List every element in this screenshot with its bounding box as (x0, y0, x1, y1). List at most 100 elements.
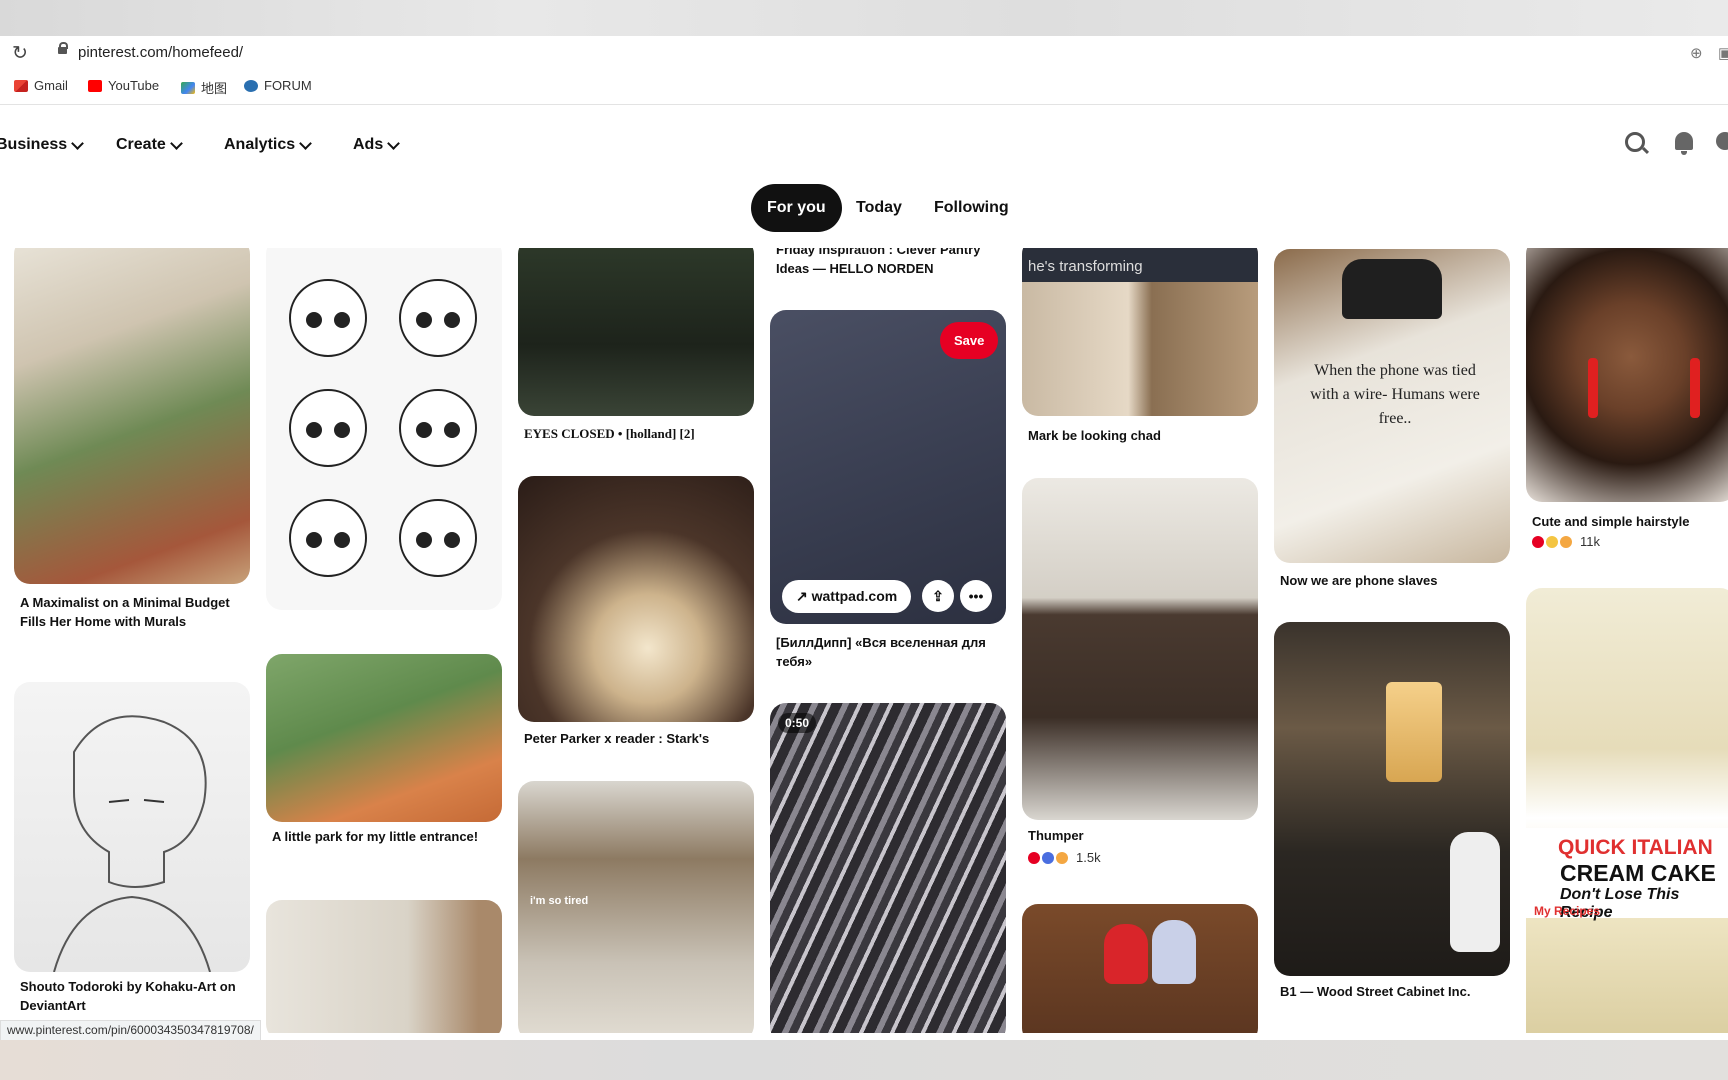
pin-image-anime-sketch[interactable] (14, 682, 250, 972)
haha-icon (1042, 851, 1054, 864)
smile-icon (1546, 535, 1558, 548)
nav-label: Create (116, 136, 166, 153)
nav-label: Analytics (224, 136, 296, 153)
wow-icon (1560, 535, 1572, 548)
arrow-up-right-icon: ↗ (796, 588, 812, 604)
top-nav: Business Create Analytics Ads (0, 104, 1728, 184)
phone-sign-text: When the phone was tied with a wire- Hum… (1310, 362, 1480, 427)
bookmark-maps[interactable]: 地图 (181, 78, 227, 97)
bookmark-label: YouTube (108, 78, 160, 93)
vanity-mirror (1386, 682, 1442, 782)
red-earring-left (1588, 358, 1598, 418)
notifications-icon[interactable] (1675, 132, 1693, 155)
red-crewmate-icon (1104, 924, 1148, 984)
pin-link-label: wattpad.com (811, 588, 898, 604)
pin-image-bathroom-vanity[interactable] (1274, 622, 1510, 976)
pin-caption[interactable]: Now we are phone slaves (1280, 571, 1500, 590)
pin-image-mirror-selfie[interactable]: i'm so tired (518, 781, 754, 1033)
bookmark-label: Gmail (34, 78, 68, 93)
pin-caption[interactable]: Shouto Todoroki by Kohaku-Art on Deviant… (20, 977, 240, 1015)
pin-image-cat-shelf[interactable] (1022, 478, 1258, 820)
pin-image-balcony[interactable] (14, 248, 250, 584)
pin-image-phone-pedestal[interactable]: When the phone was tied with a wire- Hum… (1274, 249, 1510, 563)
reload-icon[interactable]: ↻ (12, 42, 28, 65)
save-button[interactable]: Save (940, 322, 999, 359)
browser-tab-strip (0, 0, 1728, 36)
pin-overlay-text: he's transforming (1028, 258, 1143, 275)
rotary-phone-icon (1342, 259, 1442, 319)
pin-image-pantry[interactable] (266, 900, 502, 1033)
pin-image-braids-video[interactable]: 0:50 (770, 703, 1006, 1033)
pin-image-ball-dance[interactable] (518, 476, 754, 722)
heart-icon (1028, 851, 1040, 864)
recipe-title-line1: QUICK ITALIAN (1558, 836, 1713, 859)
url-text[interactable]: pinterest.com/homefeed/ (78, 44, 243, 61)
pin-caption[interactable]: EYES CLOSED • [holland] [2] (524, 424, 744, 443)
white-crewmate-icon (1152, 920, 1196, 984)
nav-label: Business (0, 136, 68, 153)
pin-feed: A Maximalist on a Minimal Budget Fills H… (0, 248, 1728, 1033)
pin-caption[interactable]: A Maximalist on a Minimal Budget Fills H… (20, 593, 230, 631)
chevron-down-icon (387, 136, 401, 150)
lock-icon (58, 42, 68, 54)
pin-caption[interactable]: Mark be looking chad (1028, 426, 1248, 445)
wow-icon (1056, 851, 1068, 864)
nav-label: Ads (353, 136, 384, 153)
messages-icon[interactable] (1716, 132, 1728, 150)
chevron-down-icon (299, 136, 313, 150)
forum-icon (244, 79, 258, 92)
bookmarks-bar: Gmail YouTube 地图 FORUM (0, 70, 1728, 105)
search-icon[interactable] (1625, 132, 1645, 152)
address-bar[interactable]: ↻ pinterest.com/homefeed/ ⊕ ▣ (0, 36, 1728, 70)
bookmark-label: FORUM (264, 78, 312, 93)
zoom-icon[interactable]: ⊕ (1690, 44, 1703, 62)
video-duration: 0:50 (778, 713, 817, 733)
pin-caption[interactable]: Thumper (1028, 826, 1248, 845)
chevron-down-icon (169, 136, 183, 150)
share-icon[interactable]: ⇪ (922, 580, 954, 612)
pin-caption[interactable]: Friday Inspiration : Clever Pantry Ideas… (776, 248, 1006, 278)
reaction-count: 1.5k (1028, 850, 1101, 865)
tab-today[interactable]: Today (856, 184, 902, 232)
pin-image-park[interactable] (266, 654, 502, 822)
heart-icon (1532, 535, 1544, 548)
tab-following[interactable]: Following (934, 184, 1009, 232)
recipe-brand: My Recipes (1534, 904, 1601, 918)
reaction-count-text: 11k (1580, 534, 1600, 549)
bookmark-gmail[interactable]: Gmail (14, 78, 68, 93)
pin-image-transforming-meme[interactable]: he's transforming (1022, 248, 1258, 416)
recipe-banner: QUICK ITALIAN CREAM CAKE Don't Lose This… (1526, 828, 1728, 921)
nav-ads[interactable]: Ads (353, 136, 401, 154)
pin-image-cream-cake[interactable]: QUICK ITALIAN CREAM CAKE Don't Lose This… (1526, 588, 1728, 1033)
nav-analytics[interactable]: Analytics (224, 136, 313, 154)
reaction-count-text: 1.5k (1076, 850, 1101, 865)
tab-for-you[interactable]: For you (751, 184, 842, 232)
pin-image-eyes-closed[interactable] (518, 248, 754, 416)
extension-icon[interactable]: ▣ (1718, 44, 1728, 62)
chevron-down-icon (71, 136, 85, 150)
pin-caption[interactable]: B1 — Wood Street Cabinet Inc. (1280, 982, 1500, 1001)
feed-tabs: For you Today Following (0, 184, 1728, 232)
pin-image-skulls[interactable] (266, 248, 502, 610)
pin-caption[interactable]: Cute and simple hairstyle (1532, 512, 1728, 531)
maps-icon (181, 81, 195, 94)
toilet-icon (1450, 832, 1500, 952)
gmail-icon (14, 79, 28, 92)
pin-caption[interactable]: Peter Parker x reader : Stark's (524, 729, 744, 748)
bookmark-youtube[interactable]: YouTube (88, 78, 159, 93)
nav-business[interactable]: Business (0, 136, 85, 154)
pin-image-hairstyle[interactable] (1526, 248, 1728, 502)
pin-image-among-us[interactable] (1022, 904, 1258, 1033)
pin-caption[interactable]: A little park for my little entrance! (272, 827, 482, 846)
bookmark-label: 地图 (201, 81, 228, 96)
recipe-title-line2: CREAM CAKE (1560, 860, 1716, 886)
pin-overlay-text: i'm so tired (530, 895, 589, 907)
nav-create[interactable]: Create (116, 136, 183, 154)
pin-image-wattpad-art[interactable]: Save ↗ wattpad.com ⇪ ••• (770, 310, 1006, 624)
youtube-icon (88, 79, 102, 92)
pin-caption[interactable]: [БиллДипп] «Вся вселенная для тебя» (776, 633, 1001, 671)
sketch-illustration (53, 715, 211, 972)
pin-link-button[interactable]: ↗ wattpad.com (782, 580, 912, 613)
bookmark-forum[interactable]: FORUM (244, 78, 312, 93)
more-options-icon[interactable]: ••• (960, 580, 992, 612)
